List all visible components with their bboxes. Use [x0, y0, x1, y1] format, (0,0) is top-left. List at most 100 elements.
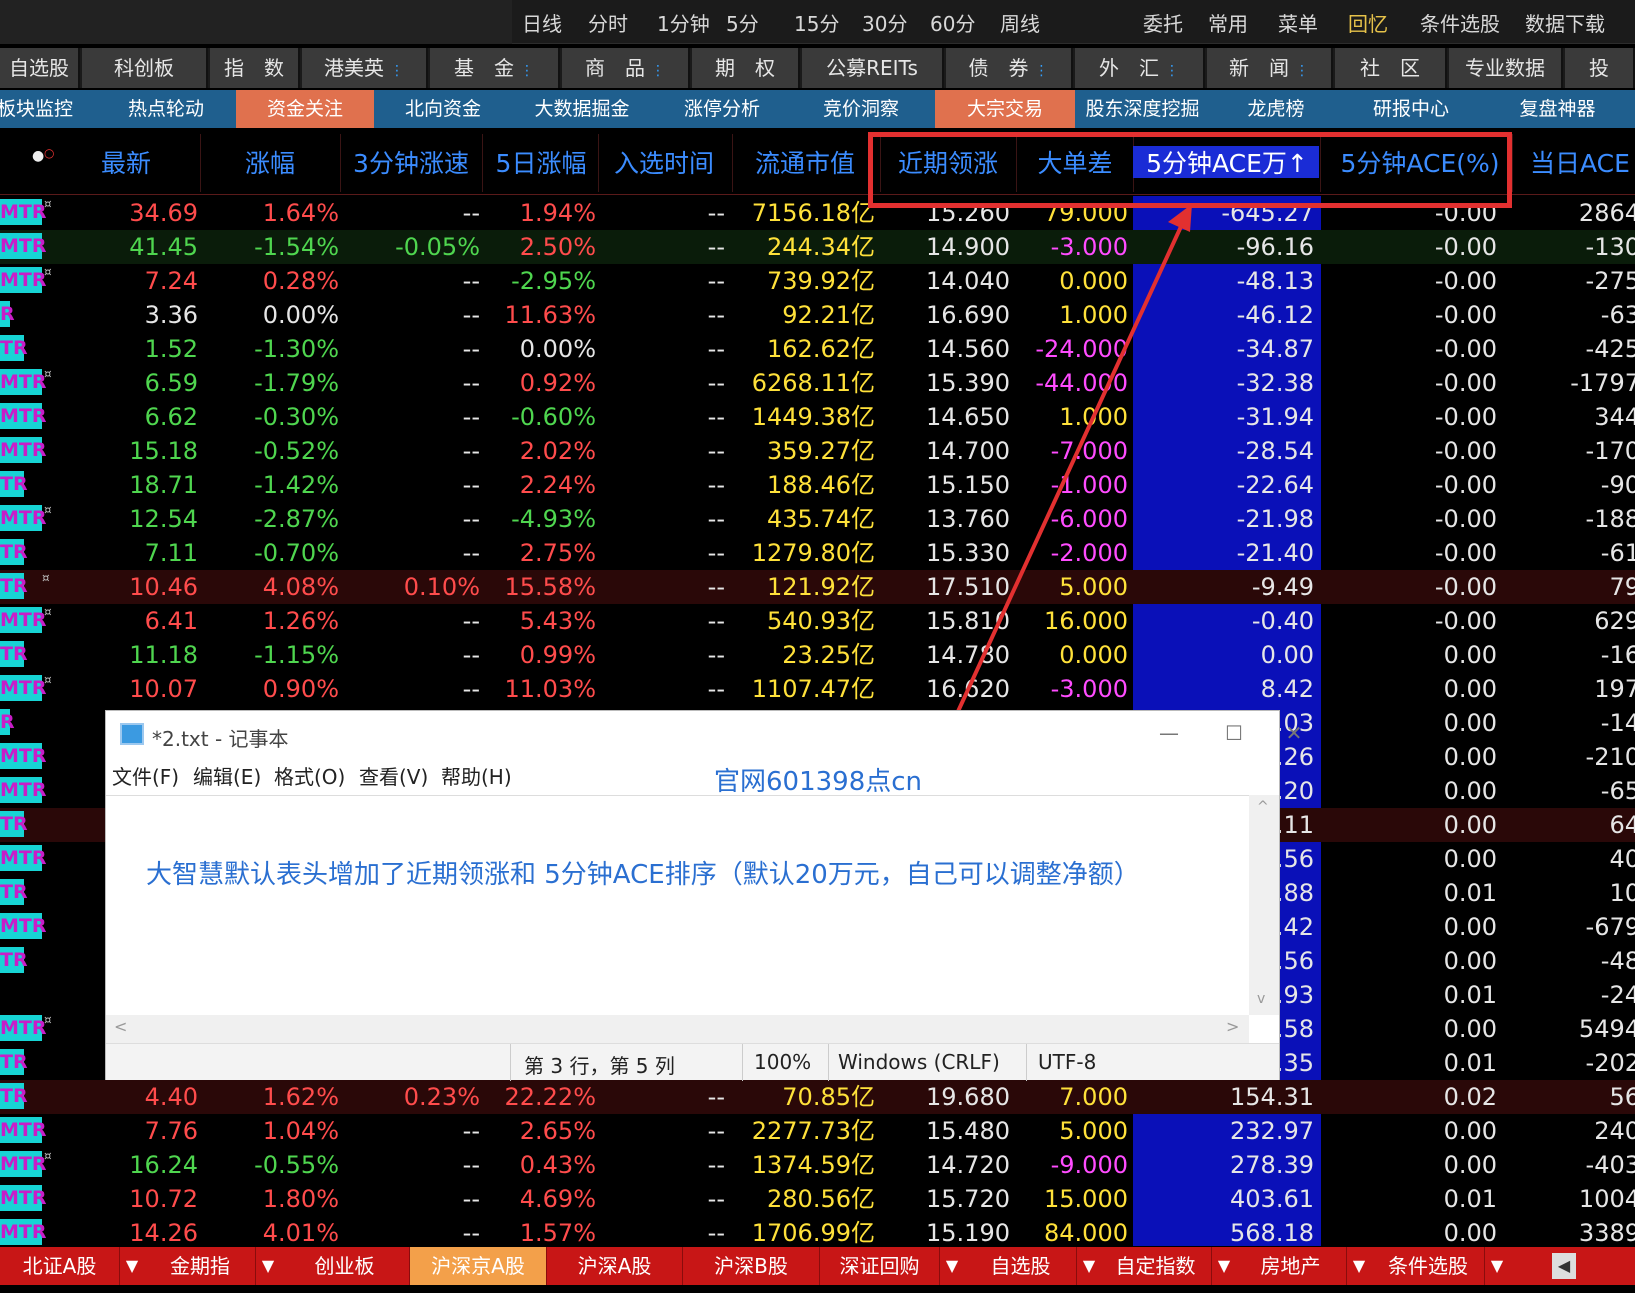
- settings-icon[interactable]: ○: [44, 146, 54, 160]
- function-tab-7[interactable]: 大宗交易: [935, 90, 1075, 128]
- market-tab-3[interactable]: 港美英 ⋮: [302, 48, 428, 88]
- period-2[interactable]: 1分钟: [657, 8, 710, 37]
- bottom-tab-2[interactable]: 创业板: [280, 1247, 410, 1285]
- chevron-down-icon[interactable]: ▼: [940, 1247, 964, 1285]
- function-tab-6[interactable]: 竞价洞察: [792, 90, 930, 128]
- function-tab-4[interactable]: 大数据掘金: [512, 90, 652, 128]
- minimize-icon[interactable]: —: [1149, 717, 1189, 749]
- dropdown-icon[interactable]: ⋮: [1295, 63, 1309, 79]
- table-row[interactable]: MTR 7.76 1.04% -- 2.65% -- 2277.73亿 15.480 5.000…: [0, 1114, 1635, 1148]
- market-tab-8[interactable]: 债 券 ⋮: [946, 48, 1073, 88]
- bottom-tab-8[interactable]: 自定指数: [1100, 1247, 1212, 1285]
- market-tab-1[interactable]: 科创板: [82, 48, 208, 88]
- chevron-down-icon[interactable]: ▼: [1212, 1247, 1236, 1285]
- table-row[interactable]: MTR ¤ 12.54 -2.87% -- -4.93% -- 435.74亿 13.760 -6…: [0, 502, 1635, 536]
- period-5[interactable]: 30分: [862, 8, 907, 37]
- function-tab-5[interactable]: 涨停分析: [652, 90, 792, 128]
- close-icon[interactable]: ✕: [1274, 717, 1314, 749]
- market-tab-12[interactable]: 专业数据: [1449, 48, 1563, 88]
- function-tab-11[interactable]: 复盘神器: [1480, 90, 1635, 128]
- dropdown-icon[interactable]: ⋮: [390, 63, 404, 79]
- maximize-icon[interactable]: ☐: [1214, 717, 1254, 749]
- menu-file[interactable]: 文件(F): [112, 761, 179, 790]
- top-menu-0[interactable]: 委托: [1143, 8, 1183, 37]
- notepad-text-area[interactable]: 大智慧默认表头增加了近期领涨和 5分钟ACE排序（默认20万元，自己可以调整净额…: [106, 795, 1249, 1015]
- scroll-left-icon[interactable]: ◀: [1552, 1253, 1576, 1279]
- top-menu-4[interactable]: 条件选股: [1420, 8, 1500, 37]
- column-header-0[interactable]: 最新: [76, 144, 176, 180]
- dropdown-icon[interactable]: ⋮: [1165, 63, 1179, 79]
- notepad-titlebar[interactable]: *2.txt - 记事本 — ☐ ✕: [106, 711, 1302, 755]
- table-row[interactable]: TR ¤ 10.46 4.08% 0.10% 15.58% -- 121.92亿 17.510 5…: [0, 570, 1635, 604]
- chevron-down-icon[interactable]: ▼: [120, 1247, 144, 1285]
- column-header-1[interactable]: 涨幅: [220, 144, 320, 180]
- table-row[interactable]: MTR ¤ 6.59 -1.79% -- 0.92% -- 6268.11亿 15.390 -44…: [0, 366, 1635, 400]
- market-tab-10[interactable]: 新 闻 ⋮: [1207, 48, 1333, 88]
- scroll-up-icon[interactable]: ^: [1257, 799, 1269, 815]
- notepad-window[interactable]: *2.txt - 记事本 — ☐ ✕ 文件(F) 编辑(E) 格式(O) 查看(…: [105, 710, 1302, 1081]
- column-header-3[interactable]: 5日涨幅: [486, 144, 596, 180]
- market-tab-9[interactable]: 外 汇 ⋮: [1075, 48, 1205, 88]
- function-tab-8[interactable]: 股东深度挖掘: [1075, 90, 1210, 128]
- period-0[interactable]: 日线: [522, 8, 562, 37]
- function-tab-2[interactable]: 资金关注: [236, 90, 374, 128]
- scroll-down-icon[interactable]: v: [1257, 991, 1265, 1007]
- function-tab-9[interactable]: 龙虎榜: [1210, 90, 1342, 128]
- market-tab-0[interactable]: 自选股: [0, 48, 80, 88]
- top-menu-3[interactable]: 回忆: [1348, 8, 1388, 37]
- table-row[interactable]: TR 1.52 -1.30% -- 0.00% -- 162.62亿 14.560 -24.00…: [0, 332, 1635, 366]
- bottom-tab-4[interactable]: 沪深A股: [547, 1247, 683, 1285]
- chevron-down-icon[interactable]: ▼: [256, 1247, 280, 1285]
- function-tab-10[interactable]: 研报中心: [1342, 90, 1480, 128]
- menu-view[interactable]: 查看(V): [359, 761, 428, 790]
- table-row[interactable]: MTR ¤ 6.41 1.26% -- 5.43% -- 540.93亿 15.810 16.00…: [0, 604, 1635, 638]
- period-3[interactable]: 5分: [726, 8, 759, 37]
- period-7[interactable]: 周线: [1000, 8, 1040, 37]
- function-tab-3[interactable]: 北向资金: [374, 90, 512, 128]
- horizontal-scrollbar[interactable]: < >: [106, 1015, 1249, 1043]
- column-header-2[interactable]: 3分钟涨速: [341, 144, 481, 180]
- bottom-tab-0[interactable]: 北证A股: [0, 1247, 120, 1285]
- period-4[interactable]: 15分: [794, 8, 839, 37]
- table-row[interactable]: TR 18.71 -1.42% -- 2.24% -- 188.46亿 15.150 -1.00…: [0, 468, 1635, 502]
- market-tab-7[interactable]: 公募REITs: [802, 48, 944, 88]
- bottom-tab-1[interactable]: 金期指: [145, 1247, 256, 1285]
- bottom-tab-10[interactable]: 条件选股: [1372, 1247, 1485, 1285]
- table-row[interactable]: TR 4.40 1.62% 0.23% 22.22% -- 70.85亿 19.680 7.00…: [0, 1080, 1635, 1114]
- bottom-tab-7[interactable]: 自选股: [965, 1247, 1077, 1285]
- table-row[interactable]: MTR 15.18 -0.52% -- 2.02% -- 359.27亿 14.700 -7.0…: [0, 434, 1635, 468]
- scroll-left-icon[interactable]: <: [114, 1017, 127, 1036]
- top-menu-5[interactable]: 数据下载: [1525, 8, 1605, 37]
- table-row[interactable]: MTR 6.62 -0.30% -- -0.60% -- 1449.38亿 14.650 1.0…: [0, 400, 1635, 434]
- bottom-tab-3[interactable]: 沪深京A股: [410, 1247, 547, 1285]
- table-row[interactable]: MTR 10.72 1.80% -- 4.69% -- 280.56亿 15.720 15.00…: [0, 1182, 1635, 1216]
- dropdown-icon[interactable]: ⋮: [520, 63, 534, 79]
- market-tab-11[interactable]: 社 区: [1335, 48, 1447, 88]
- function-tab-1[interactable]: 热点轮动: [100, 90, 232, 128]
- market-tab-2[interactable]: 指 数: [210, 48, 300, 88]
- bottom-tab-6[interactable]: 深证回购: [820, 1247, 940, 1285]
- dropdown-icon[interactable]: ⋮: [1035, 63, 1049, 79]
- menu-help[interactable]: 帮助(H): [441, 761, 512, 790]
- market-tab-5[interactable]: 商 品 ⋮: [562, 48, 690, 88]
- bottom-tab-9[interactable]: 房地产: [1235, 1247, 1347, 1285]
- column-header-4[interactable]: 入选时间: [609, 144, 719, 180]
- settings-icon[interactable]: ●: [32, 148, 44, 164]
- period-1[interactable]: 分时: [588, 8, 628, 37]
- market-tab-6[interactable]: 期 权: [692, 48, 800, 88]
- table-row[interactable]: MTR ¤ 16.24 -0.55% -- 0.43% -- 1374.59亿 14.720 -9…: [0, 1148, 1635, 1182]
- chevron-down-icon[interactable]: ▼: [1347, 1247, 1371, 1285]
- menu-edit[interactable]: 编辑(E): [193, 761, 261, 790]
- top-menu-2[interactable]: 菜单: [1278, 8, 1318, 37]
- period-6[interactable]: 60分: [930, 8, 975, 37]
- chevron-down-icon[interactable]: ▼: [1485, 1247, 1509, 1285]
- table-row[interactable]: TR 7.11 -0.70% -- 2.75% -- 1279.80亿 15.330 -2.00…: [0, 536, 1635, 570]
- column-header-5[interactable]: 流通市值: [745, 144, 865, 180]
- menu-format[interactable]: 格式(O): [274, 761, 345, 790]
- scroll-right-icon[interactable]: >: [1226, 1017, 1239, 1036]
- column-header-8[interactable]: 5分钟ACE万↑: [1127, 144, 1327, 180]
- table-row[interactable]: MTR 41.45 -1.54% -0.05% 2.50% -- 244.34亿 14.900…: [0, 230, 1635, 264]
- table-row[interactable]: MTR 14.26 4.01% -- 1.57% -- 1706.99亿 15.190 84.0…: [0, 1216, 1635, 1250]
- market-tab-13[interactable]: 投: [1565, 48, 1635, 88]
- market-tab-4[interactable]: 基 金 ⋮: [430, 48, 560, 88]
